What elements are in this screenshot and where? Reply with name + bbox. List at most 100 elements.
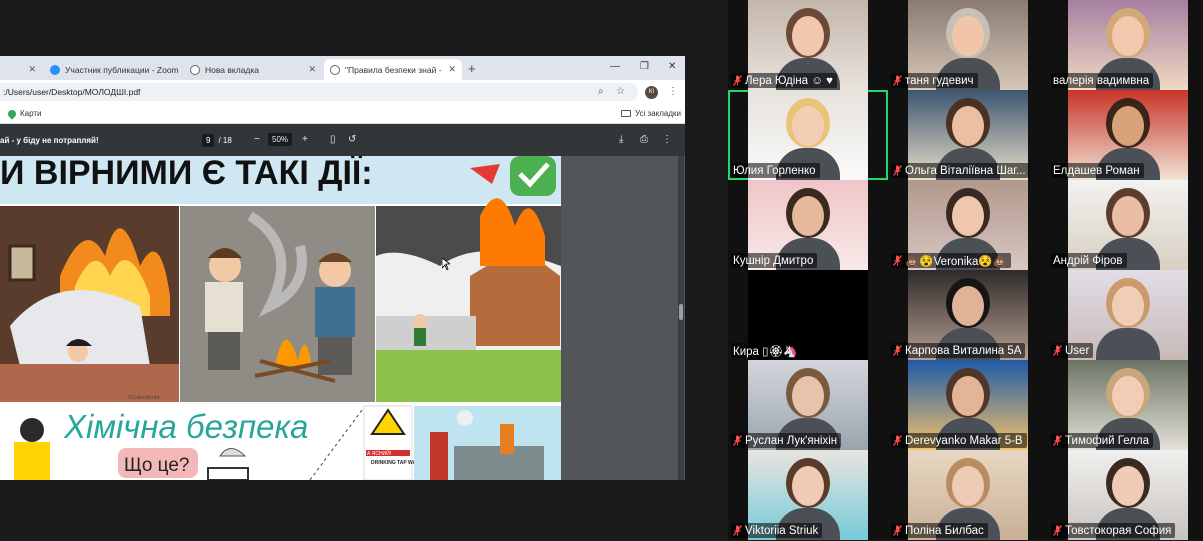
participant-tile[interactable]: User [1048,270,1203,360]
muted-mic-icon [733,525,742,536]
participant-tile[interactable]: Лера Юдіна ☺ ♥ [728,0,888,90]
participant-tile[interactable]: Кира ▯🏵🦄 [728,270,888,360]
participant-name: Derevyanko Makar 5-B [905,434,1023,447]
participant-face [952,286,984,326]
globe-icon [190,64,200,75]
profile-avatar[interactable]: КІ [645,86,658,99]
participant-tile[interactable]: Товстокорая София [1048,450,1203,540]
close-icon[interactable]: ✕ [28,64,36,75]
minimize-icon[interactable]: — [610,61,620,72]
participant-name-bar: Ольга Віталіївна Шаг... [891,163,1030,178]
bookmark-maps[interactable]: Карти [6,107,42,120]
zoom-in-button[interactable]: + [302,134,308,145]
participant-tile[interactable]: Viktoriia Striuk [728,450,888,540]
participant-name-bar: User [1051,343,1094,358]
close-icon[interactable]: ✕ [308,64,316,75]
participant-name-bar: 💩😵Veronika😵💩 [891,253,1012,268]
participant-tile[interactable]: Юлия Горленко [728,90,888,180]
tab-zoom[interactable]: Участник публикации - Zoom ✕ [44,59,180,80]
participant-tile[interactable]: 💩😵Veronika😵💩 [888,180,1048,270]
browser-window: ✕ Участник публикации - Zoom ✕ Нова вкла… [0,56,685,480]
muted-mic-icon [893,525,902,536]
participant-face [952,466,984,506]
participant-name: Елдашев Роман [1053,164,1140,177]
kebab-menu-icon[interactable]: ⋮ [668,86,678,97]
participant-name-bar: Derevyanko Makar 5-B [891,433,1027,448]
zoom-lens-icon[interactable]: ⌕ [598,86,604,97]
participant-name-bar: Тимофий Гелла [1051,433,1154,448]
participant-name: Кира ▯🏵🦄 [733,345,798,358]
muted-mic-icon [893,345,902,356]
participant-name-bar: Поліна Билбас [891,523,988,538]
participant-face [952,16,984,56]
close-icon[interactable]: ✕ [448,64,456,75]
bookmarks-bar: Карти Усі закладки [0,104,685,124]
muted-mic-icon [733,75,742,86]
participant-tile[interactable]: Елдашев Роман [1048,90,1203,180]
bookmark-label: Карти [20,109,42,118]
participant-face [952,106,984,146]
mouse-cursor-icon [442,258,450,270]
participant-name: Кушнір Дмитро [733,254,814,267]
url-field[interactable]: :/Users/user/Desktop/МОЛОДШІ.pdf [0,83,638,101]
print-icon[interactable]: ⎙ [640,134,648,145]
participant-tile[interactable]: валерія вадимвна [1048,0,1203,90]
window-close-icon[interactable]: ✕ [668,61,676,72]
pdf-title: ай - у біду не потрапляй! [0,136,99,145]
download-icon[interactable]: ⤓ [619,134,623,145]
muted-mic-icon [1053,435,1062,446]
pdf-toolbar: ай - у біду не потрапляй! 9 / 18 − 50% +… [0,124,685,156]
participant-name: таня гудевич [905,74,974,87]
participant-tile[interactable]: Руслан Лук'яніхін [728,360,888,450]
participant-name-bar: Кушнір Дмитро [731,253,818,268]
participant-face [1112,16,1144,56]
participant-tile[interactable]: Кушнір Дмитро [728,180,888,270]
tab-label: Нова вкладка [205,64,259,75]
participant-tile[interactable]: Карпова Виталина 5А [888,270,1048,360]
participant-face [952,196,984,236]
new-tab-button[interactable]: + [468,61,476,76]
participant-tile[interactable]: Андрій Фіров [1048,180,1203,270]
zoom-favicon-icon [50,64,60,75]
participant-tile[interactable]: Поліна Билбас [888,450,1048,540]
all-bookmarks[interactable]: Усі закладки [621,109,681,118]
pdf-viewport: И ВІРНИМИ Є ТАКІ ДІЇ: ©Сollecidcord Хімі… [0,156,685,480]
zoom-level-input[interactable]: 50% [268,133,293,146]
participant-name: Руслан Лук'яніхін [745,434,838,447]
participant-tile[interactable]: Derevyanko Makar 5-B [888,360,1048,450]
star-icon[interactable]: ☆ [616,86,625,97]
maps-icon [6,107,18,120]
participant-name-bar: Андрій Фіров [1051,253,1127,268]
participant-face [792,376,824,416]
chem-heading: Хімічна безпека [63,408,308,445]
participant-name: Viktoriia Striuk [745,524,819,537]
tab-new[interactable]: Нова вкладка ✕ [184,59,322,80]
restore-icon[interactable]: ❐ [640,61,649,72]
participant-tile[interactable]: Ольга Віталіївна Шаг... [888,90,1048,180]
fit-page-icon[interactable]: ▯ [330,134,336,145]
tab-pdf[interactable]: "Правила безпеки знай - у біду ✕ [324,59,462,80]
pdf-scroll-thumb[interactable] [679,304,683,320]
participant-name: Андрій Фіров [1053,254,1123,267]
participant-name: User [1065,344,1090,357]
participant-face [792,16,824,56]
participant-tile[interactable]: таня гудевич [888,0,1048,90]
muted-mic-icon [893,75,902,86]
more-options-icon[interactable]: ⋮ [662,134,672,145]
zoom-out-button[interactable]: − [254,134,260,145]
participant-name: 💩😵Veronika😵💩 [905,255,1008,268]
page-number-input[interactable]: 9 [202,134,215,147]
bookmark-label: Усі закладки [635,109,682,118]
participant-tile[interactable]: Тимофий Гелла [1048,360,1203,450]
participant-name-bar: Лера Юдіна ☺ ♥ [731,73,838,88]
url-text: :/Users/user/Desktop/МОЛОДШІ.pdf [3,87,141,97]
participant-name-bar: Юлия Горленко [731,163,820,178]
tab-0[interactable]: ✕ [0,59,42,80]
pdf-page: И ВІРНИМИ Є ТАКІ ДІЇ: ©Сollecidcord Хімі… [0,156,561,480]
page-total: / 18 [218,136,232,145]
rotate-icon[interactable]: ↺ [348,134,356,145]
participant-name: Поліна Билбас [905,524,984,537]
page-heading: И ВІРНИМИ Є ТАКІ ДІЇ: [0,156,373,192]
tab-label: "Правила безпеки знай - у біду [345,64,443,75]
participant-name-bar: Товстокорая София [1051,523,1176,538]
